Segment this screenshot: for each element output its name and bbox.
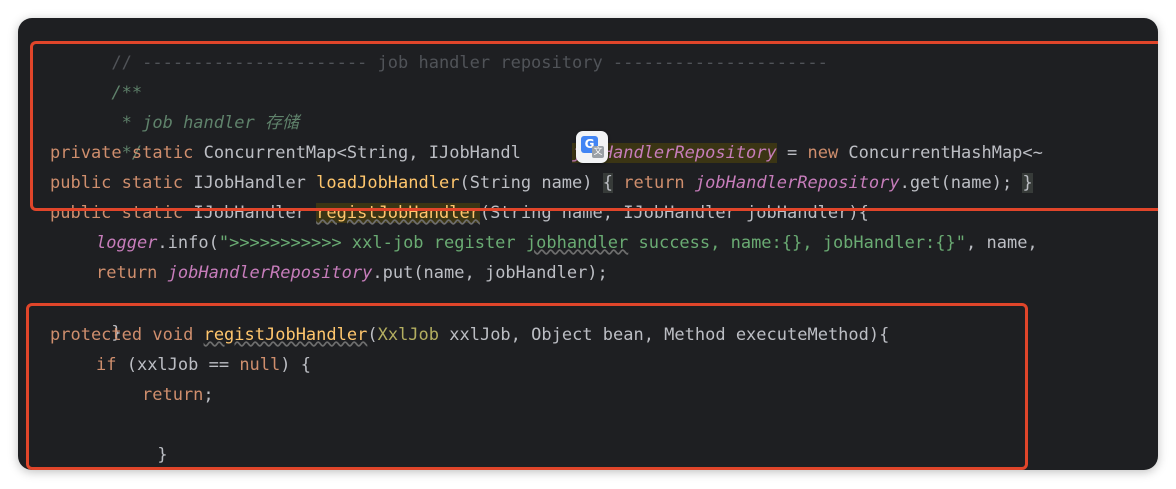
info-call: .info( (157, 233, 219, 253)
highlight-box-bottom (26, 303, 1028, 470)
info-args: , name, (966, 233, 1038, 253)
field-logger[interactable]: logger (96, 233, 157, 253)
translate-sub-glyph: 文 (592, 146, 604, 158)
translate-icon[interactable]: G 文 (576, 131, 608, 163)
put-call: .put(name, jobHandler); (372, 263, 608, 283)
string-literal-part2: success, name:{}, jobHandler:{}" (628, 233, 967, 253)
field-jobHandlerRepository-ref2[interactable]: jobHandlerRepository (168, 263, 373, 283)
string-literal-part1: ">>>>>>>>>>> xxl-job register (218, 233, 526, 253)
code-line-logger-info: logger.info(">>>>>>>>>>> xxl-job registe… (96, 228, 1038, 258)
highlight-box-top (30, 41, 1158, 211)
code-editor-window: // ---------------------- job handler re… (18, 18, 1158, 470)
keyword-return: return (96, 263, 158, 283)
code-line-return-put: return jobHandlerRepository.put(name, jo… (96, 258, 608, 288)
code-area[interactable]: // ---------------------- job handler re… (18, 18, 1158, 470)
string-literal-typo: jobhandler (525, 233, 629, 253)
